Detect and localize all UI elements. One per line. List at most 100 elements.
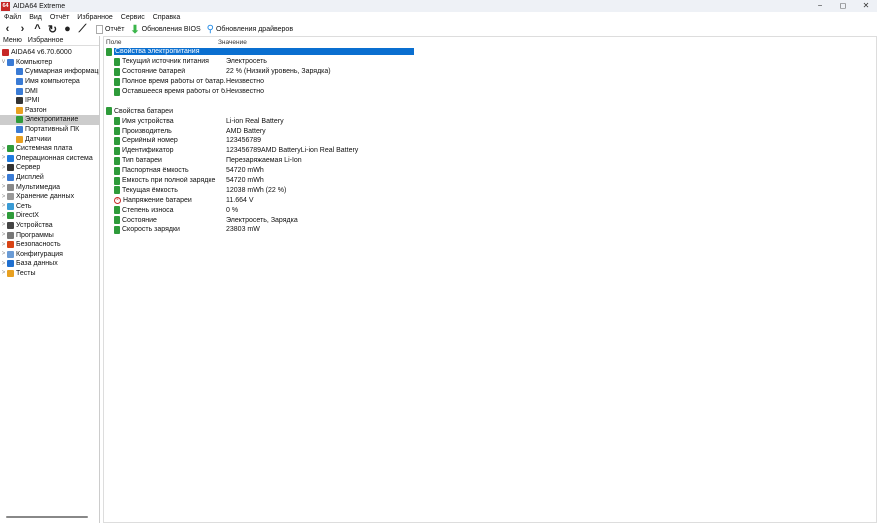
minimize-button[interactable]: −	[809, 0, 831, 12]
tree-item-icon	[16, 78, 23, 86]
tree-item[interactable]: Электропитание	[0, 115, 99, 125]
property-row[interactable]: Имя устройства Li-ion Real Battery	[104, 116, 876, 126]
property-row[interactable]: Текущий источник питания Электросеть	[104, 57, 876, 67]
menu-item[interactable]: Справка	[153, 14, 180, 21]
menu-item[interactable]: Избранное	[77, 14, 112, 21]
tree-item[interactable]: DMI	[0, 86, 99, 96]
tree-item[interactable]: > Программы	[0, 230, 99, 240]
property-row[interactable]: Паспортная ёмкость 54720 mWh	[104, 166, 876, 176]
tree-item[interactable]: > Конфигурация	[0, 249, 99, 259]
property-row[interactable]: Серийный номер 123456789	[104, 136, 876, 146]
menu-item[interactable]: Файл	[4, 14, 21, 21]
property-name: Состояние батарей	[122, 68, 186, 76]
chart-icon[interactable]: ⟋	[75, 23, 90, 36]
expand-chevron-icon[interactable]: >	[0, 261, 7, 267]
tree-item[interactable]: > DirectX	[0, 211, 99, 221]
property-value: Электросеть, Зарядка	[226, 216, 298, 224]
column-value[interactable]: Значение	[218, 39, 247, 46]
property-value: 23803 mW	[226, 226, 260, 234]
property-name: Производитель	[122, 127, 172, 135]
expand-chevron-icon[interactable]: >	[0, 203, 7, 209]
expand-chevron-icon[interactable]: >	[0, 155, 7, 161]
expand-chevron-icon[interactable]: >	[0, 165, 7, 171]
user-icon[interactable]: ●	[60, 23, 75, 35]
tree-item[interactable]: Разгон	[0, 106, 99, 116]
forward-icon[interactable]: ›	[15, 23, 30, 35]
property-row[interactable]: × Напряжение батареи 11.664 V	[104, 195, 876, 205]
section-header[interactable]: Свойства батареи	[104, 106, 876, 116]
tree-item-label: Компьютер	[16, 58, 53, 66]
section-title: Свойства электропитания	[114, 48, 414, 56]
property-field: Текущий источник питания	[114, 57, 226, 66]
tree-item[interactable]: > Устройства	[0, 221, 99, 231]
property-row[interactable]: Состояние Электросеть, Зарядка	[104, 215, 876, 225]
maximize-button[interactable]: ◻	[832, 0, 854, 12]
property-row[interactable]: Производитель AMD Battery	[104, 126, 876, 136]
tab-favorites[interactable]: Избранное	[28, 37, 63, 44]
tree-item[interactable]: Имя компьютера	[0, 77, 99, 87]
tab-menu[interactable]: Меню	[3, 37, 22, 44]
property-row[interactable]: Тип батареи Перезаряжаемая Li-Ion	[104, 156, 876, 166]
property-value: 0 %	[226, 206, 239, 214]
tree-item[interactable]: IPMI	[0, 96, 99, 106]
menu-item[interactable]: Отчёт	[50, 14, 69, 21]
tree-item[interactable]: > Сеть	[0, 202, 99, 212]
voltage-warning-icon: ×	[114, 196, 121, 204]
property-row[interactable]: Ёмкость при полной зарядке 54720 mWh	[104, 176, 876, 186]
section-header[interactable]: Свойства электропитания	[104, 47, 876, 57]
expand-chevron-icon[interactable]: >	[0, 251, 7, 257]
tree-item-label: Сеть	[16, 202, 32, 210]
expand-chevron-icon[interactable]: >	[0, 146, 7, 152]
tree-item[interactable]: > Хранение данных	[0, 192, 99, 202]
horizontal-scrollbar[interactable]	[6, 516, 88, 518]
property-row[interactable]: Текущая ёмкость 12038 mWh (22 %)	[104, 185, 876, 195]
bios-update-button[interactable]: ⬇ Обновления BIOS	[130, 23, 200, 36]
close-button[interactable]: ✕	[855, 0, 877, 12]
battery-icon	[114, 225, 120, 234]
up-icon[interactable]: ^	[30, 23, 45, 35]
refresh-icon[interactable]: ↻	[45, 23, 60, 36]
tree-item[interactable]: > Тесты	[0, 269, 99, 279]
tree-item-label: Электропитание	[25, 116, 79, 124]
tree-item[interactable]: > База данных	[0, 259, 99, 269]
expand-chevron-icon[interactable]: >	[0, 213, 7, 219]
expand-chevron-icon[interactable]: >	[0, 184, 7, 190]
tree-item[interactable]: Суммарная информация	[0, 67, 99, 77]
expand-chevron-icon[interactable]: >	[0, 242, 7, 248]
tree-item[interactable]: > Безопасность	[0, 240, 99, 250]
report-button[interactable]: Отчёт	[96, 24, 124, 34]
property-field: Состояние батарей	[114, 67, 226, 76]
property-row[interactable]: Степень износа 0 %	[104, 205, 876, 215]
tree-item[interactable]: > Операционная система	[0, 154, 99, 164]
tree-item[interactable]: > Системная плата	[0, 144, 99, 154]
property-row[interactable]: Состояние батарей 22 % (Низкий уровень, З…	[104, 67, 876, 77]
tree-item[interactable]: v Компьютер	[0, 58, 99, 68]
property-row[interactable]: Оставшееся время работы от б... Неизвестн…	[104, 87, 876, 97]
tree-item[interactable]: > Мультимедиа	[0, 182, 99, 192]
property-row[interactable]: Полное время работы от батар... Неизвестн…	[104, 77, 876, 87]
property-row[interactable]: Скорость зарядки 23803 mW	[104, 225, 876, 235]
property-field: × Напряжение батареи	[114, 196, 226, 204]
menu-item[interactable]: Сервис	[121, 14, 145, 21]
tree-item[interactable]: > Сервер	[0, 163, 99, 173]
property-row[interactable]: Идентификатор 123456789AMD BatteryLi-ion …	[104, 146, 876, 156]
back-icon[interactable]: ‹	[0, 23, 15, 35]
expand-chevron-icon[interactable]: >	[0, 194, 7, 200]
menu-item[interactable]: Вид	[29, 14, 42, 21]
tree-item[interactable]: Датчики	[0, 134, 99, 144]
driver-update-button[interactable]: ⚲ Обновления драйверов	[207, 24, 293, 35]
tree-item[interactable]: AIDA64 v6.70.6000	[0, 48, 99, 58]
expand-chevron-icon[interactable]: >	[0, 232, 7, 238]
expand-chevron-icon[interactable]: >	[0, 270, 7, 276]
expand-chevron-icon[interactable]: >	[0, 222, 7, 228]
expand-chevron-icon[interactable]: >	[0, 175, 7, 181]
battery-icon	[114, 176, 120, 185]
expand-chevron-icon[interactable]: v	[0, 59, 7, 65]
column-field[interactable]: Поле	[104, 39, 218, 46]
tree-item-icon	[16, 116, 23, 124]
tree-item[interactable]: > Дисплей	[0, 173, 99, 183]
tree-item-label: Сервер	[16, 164, 41, 172]
property-name: Напряжение батареи	[123, 196, 192, 204]
tree-item[interactable]: Портативный ПК	[0, 125, 99, 135]
battery-icon	[114, 67, 120, 76]
